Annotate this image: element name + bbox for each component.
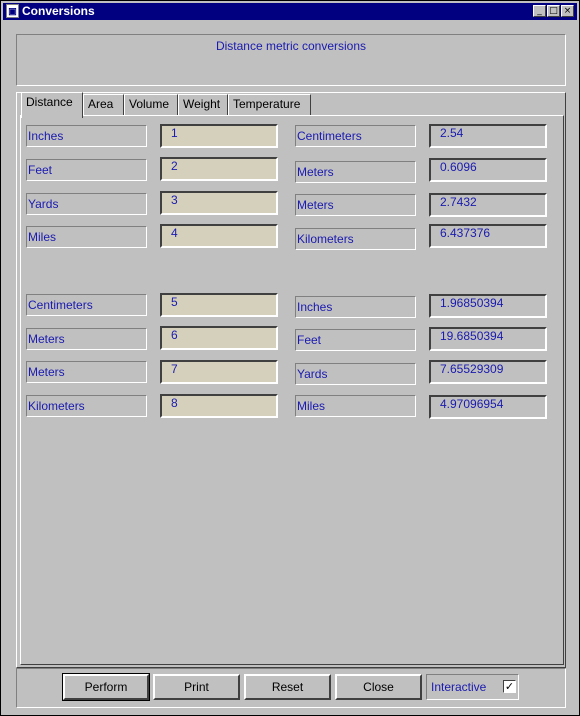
from-unit-label: Meters xyxy=(26,328,147,350)
tab-weight[interactable]: Weight xyxy=(178,94,228,116)
value-input[interactable]: 4 xyxy=(160,224,278,248)
maximize-button[interactable]: □ xyxy=(547,5,560,17)
value-input[interactable]: 1 xyxy=(160,124,278,148)
from-unit-label: Feet xyxy=(26,159,147,181)
close-window-button[interactable]: × xyxy=(561,5,574,17)
result-field: 19.6850394 xyxy=(429,327,547,351)
value-input[interactable]: 3 xyxy=(160,191,278,215)
to-unit-label: Yards xyxy=(295,363,416,385)
to-unit-label: Meters xyxy=(295,161,416,183)
result-field: 0.6096 xyxy=(429,158,547,182)
result-field: 6.437376 xyxy=(429,224,547,248)
to-unit-label: Meters xyxy=(295,194,416,216)
window-title: Conversions xyxy=(22,4,95,18)
app-window-icon: ▣ xyxy=(6,4,19,18)
result-field: 2.54 xyxy=(429,124,547,148)
from-unit-label: Centimeters xyxy=(26,294,147,316)
value-input[interactable]: 6 xyxy=(160,326,278,350)
to-unit-label: Inches xyxy=(295,296,416,318)
from-unit-label: Miles xyxy=(26,226,147,248)
tab-volume[interactable]: Volume xyxy=(124,94,178,116)
from-unit-label: Kilometers xyxy=(26,395,147,417)
to-unit-label: Centimeters xyxy=(295,125,416,147)
value-input[interactable]: 2 xyxy=(160,157,278,181)
interactive-checkbox[interactable]: ✓ xyxy=(503,680,516,693)
value-input[interactable]: 7 xyxy=(160,360,278,384)
from-unit-label: Inches xyxy=(26,125,147,147)
from-unit-label: Meters xyxy=(26,361,147,383)
interactive-option: Interactive ✓ xyxy=(426,674,519,700)
header-panel: Distance metric conversions xyxy=(16,34,566,86)
value-input[interactable]: 5 xyxy=(160,293,278,317)
from-unit-label: Yards xyxy=(26,193,147,215)
reset-button[interactable]: Reset xyxy=(244,674,331,700)
tab-area[interactable]: Area xyxy=(83,94,124,116)
print-button[interactable]: Print xyxy=(153,674,240,700)
value-input[interactable]: 8 xyxy=(160,394,278,418)
result-field: 2.7432 xyxy=(429,193,547,217)
to-unit-label: Feet xyxy=(295,329,416,351)
header-title: Distance metric conversions xyxy=(215,39,367,53)
result-field: 1.96850394 xyxy=(429,294,547,318)
tab-temperature[interactable]: Temperature xyxy=(228,94,311,116)
minimize-button[interactable]: _ xyxy=(533,5,546,17)
conversions-window: ▣ Conversions _ □ × Distance metric conv… xyxy=(0,0,580,716)
close-button[interactable]: Close xyxy=(335,674,422,700)
to-unit-label: Miles xyxy=(295,395,416,417)
result-field: 7.65529309 xyxy=(429,360,547,384)
tab-distance[interactable]: Distance xyxy=(21,92,83,118)
title-bar[interactable]: ▣ Conversions _ □ × xyxy=(3,3,577,20)
interactive-label: Interactive xyxy=(431,680,487,694)
to-unit-label: Kilometers xyxy=(295,228,416,250)
result-field: 4.97096954 xyxy=(429,395,547,419)
perform-button[interactable]: Perform xyxy=(62,673,150,701)
